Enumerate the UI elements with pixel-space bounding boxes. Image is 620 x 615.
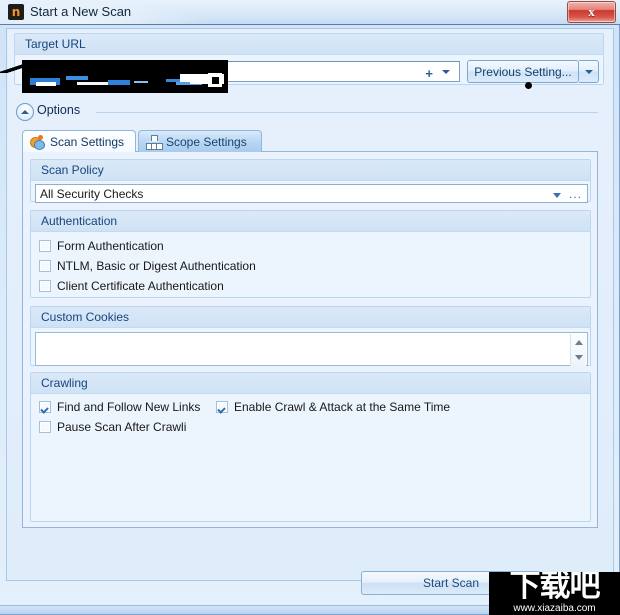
checkbox-label: NTLM, Basic or Digest Authentication xyxy=(57,259,256,273)
authentication-group-body: Form Authentication NTLM, Basic or Diges… xyxy=(31,232,590,297)
dialog-window: n Start a New Scan x Target URL + Previo… xyxy=(0,0,620,615)
redacted-url-overlay xyxy=(22,60,228,93)
checkbox-find-and-follow-new-links[interactable]: Find and Follow New Links xyxy=(39,400,200,414)
close-button[interactable]: x xyxy=(567,1,616,23)
scan-policy-browse-button[interactable]: ... xyxy=(569,187,582,201)
site-watermark: 下载吧 www.xiazaiba.com xyxy=(489,572,620,615)
mouse-cursor-dot xyxy=(525,82,532,89)
options-divider xyxy=(96,112,598,113)
close-icon: x xyxy=(588,4,595,19)
url-history-chevron-down-icon[interactable] xyxy=(442,70,450,74)
crawling-group-label: Crawling xyxy=(31,373,590,394)
triangle-down-icon[interactable] xyxy=(575,355,583,360)
custom-cookies-group-label: Custom Cookies xyxy=(31,307,590,328)
custom-cookies-textarea[interactable] xyxy=(35,332,588,366)
triangle-up-icon[interactable] xyxy=(575,340,583,345)
start-scan-label: Start Scan xyxy=(422,576,480,590)
scan-policy-group-label: Scan Policy xyxy=(31,160,590,181)
watermark-logo-text: 下载吧 xyxy=(509,572,601,604)
title-bar: n Start a New Scan x xyxy=(0,0,620,25)
crawling-group-body: Find and Follow New Links Enable Crawl &… xyxy=(31,394,590,521)
custom-cookies-group: Custom Cookies xyxy=(30,306,591,366)
screenshot-root: n Start a New Scan x Target URL + Previo… xyxy=(0,0,620,615)
options-label: Options xyxy=(37,103,81,117)
previous-setting-dropdown-button[interactable] xyxy=(579,60,599,83)
authentication-group-label: Authentication xyxy=(31,211,590,232)
checkbox-label: Pause Scan After Crawli xyxy=(57,420,187,434)
checkbox-label: Enable Crawl & Attack at the Same Time xyxy=(234,400,451,414)
add-url-icon[interactable]: + xyxy=(425,66,433,81)
checkbox-box[interactable] xyxy=(39,421,51,433)
checkbox-box[interactable] xyxy=(39,240,51,252)
authentication-group: Authentication Form Authentication NTLM,… xyxy=(30,210,591,298)
options-section-header[interactable]: Options xyxy=(16,103,598,121)
scan-settings-icon xyxy=(29,134,45,150)
target-url-group-label: Target URL xyxy=(15,34,603,55)
checkbox-box[interactable] xyxy=(39,401,51,413)
crawling-group: Crawling Find and Follow New Links Enabl… xyxy=(30,372,591,522)
checkbox-box[interactable] xyxy=(39,260,51,272)
settings-tabstrip: Scan Settings Scope Settings xyxy=(22,130,598,152)
tab-scan-settings[interactable]: Scan Settings xyxy=(22,130,136,152)
tab-scan-settings-label: Scan Settings xyxy=(50,134,125,149)
checkbox-label: Client Certificate Authentication xyxy=(57,279,224,293)
checkbox-enable-crawl-and-attack[interactable]: Enable Crawl & Attack at the Same Time xyxy=(216,400,450,414)
previous-setting-label: Previous Setting... xyxy=(474,64,572,79)
window-title: Start a New Scan xyxy=(30,4,132,19)
scan-policy-group: Scan Policy All Security Checks ... xyxy=(30,159,591,203)
app-icon-glyph: n xyxy=(11,5,21,19)
checkbox-label: Find and Follow New Links xyxy=(57,400,201,414)
checkbox-ntlm-basic-digest-authentication[interactable]: NTLM, Basic or Digest Authentication xyxy=(39,259,256,273)
chevron-down-icon xyxy=(585,70,593,74)
netsparker-n-icon: n xyxy=(8,4,24,20)
checkbox-pause-scan-after-crawling[interactable]: Pause Scan After Crawli xyxy=(39,420,186,434)
chevron-down-icon[interactable] xyxy=(553,193,561,198)
chevron-up-icon[interactable] xyxy=(16,103,34,121)
scan-policy-value: All Security Checks xyxy=(40,187,144,201)
custom-cookies-group-body xyxy=(31,328,590,366)
tab-scope-settings[interactable]: Scope Settings xyxy=(138,130,262,152)
scan-policy-group-body: All Security Checks ... xyxy=(31,181,590,203)
scan-settings-panel: Scan Policy All Security Checks ... Auth… xyxy=(22,151,598,528)
tab-scope-settings-label: Scope Settings xyxy=(166,134,247,149)
checkbox-box[interactable] xyxy=(216,401,228,413)
scope-settings-icon xyxy=(145,134,163,150)
scan-policy-combobox[interactable]: All Security Checks ... xyxy=(35,184,588,203)
checkbox-label: Form Authentication xyxy=(57,239,164,253)
checkbox-form-authentication[interactable]: Form Authentication xyxy=(39,239,164,253)
checkbox-box[interactable] xyxy=(39,280,51,292)
checkbox-client-certificate-authentication[interactable]: Client Certificate Authentication xyxy=(39,279,224,293)
custom-cookies-scrollbar[interactable] xyxy=(570,334,586,366)
previous-setting-button[interactable]: Previous Setting... xyxy=(467,60,579,83)
watermark-url: www.xiazaiba.com xyxy=(513,603,596,614)
